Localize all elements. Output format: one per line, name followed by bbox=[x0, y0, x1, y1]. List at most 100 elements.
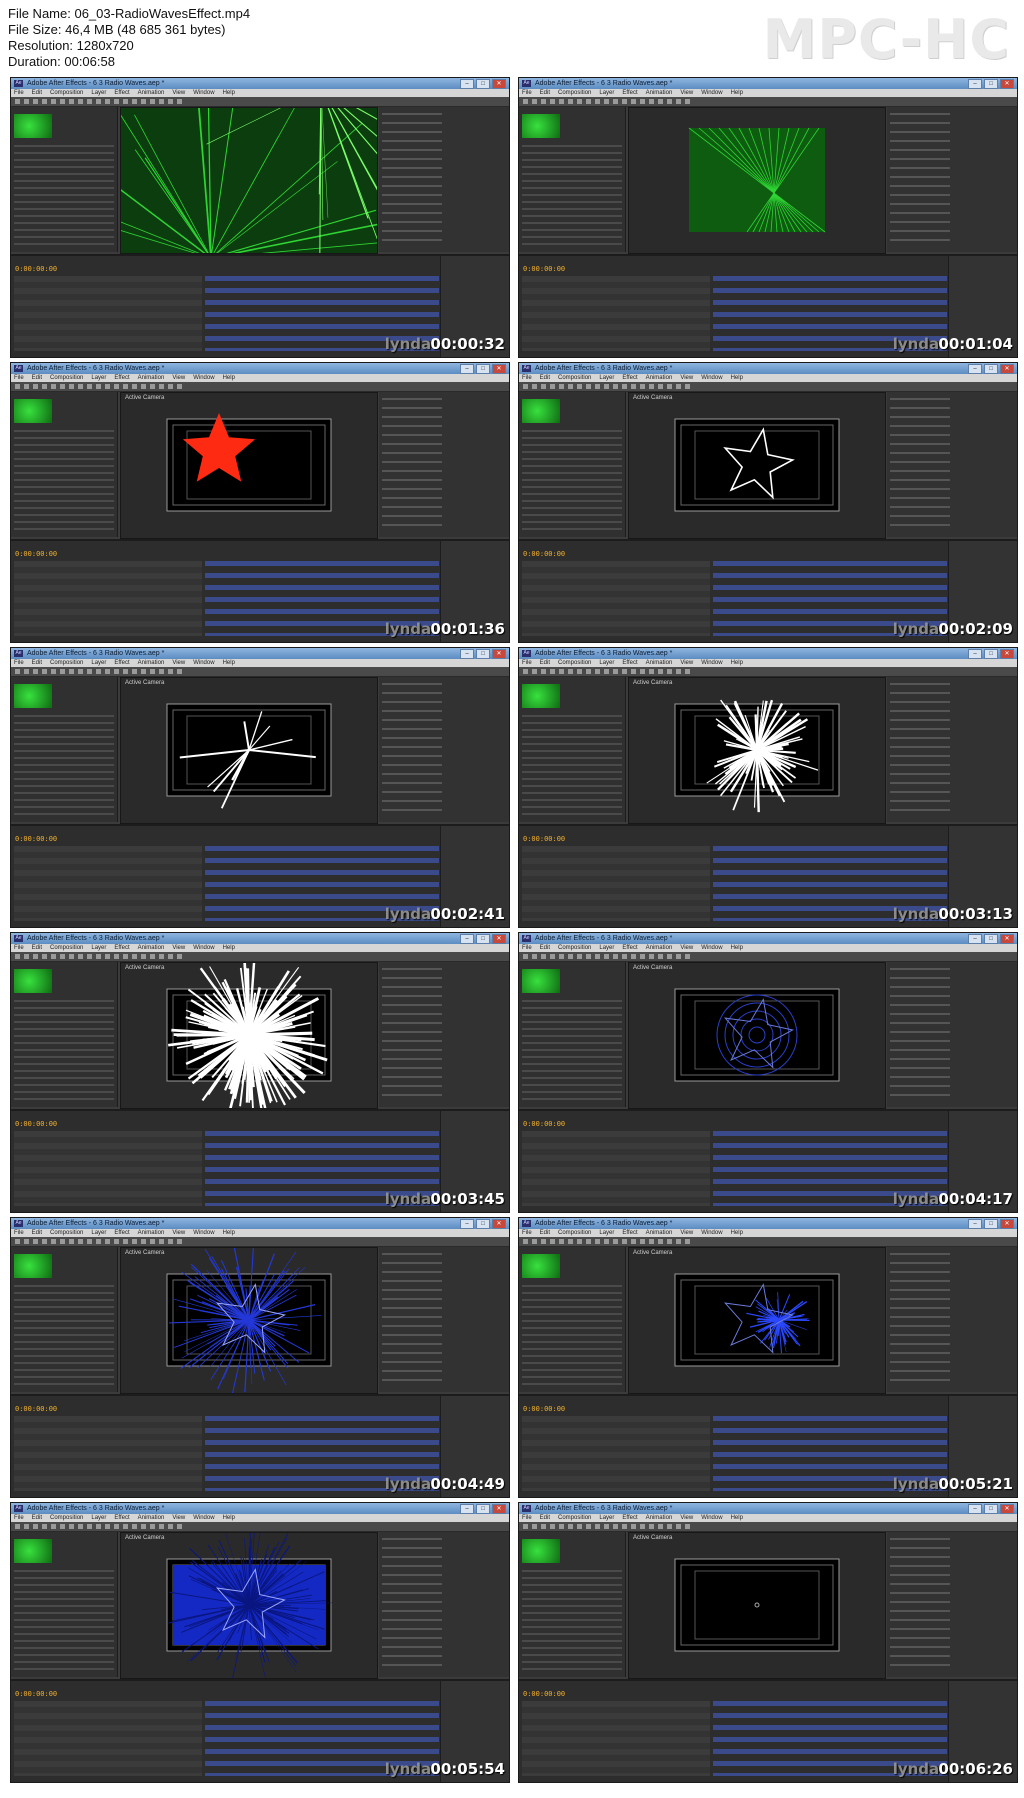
window-controls: – □ ✕ bbox=[968, 1504, 1014, 1514]
menu-bar: File Edit Composition Layer Effect Animation V… bbox=[11, 1514, 509, 1522]
window-title: Adobe After Effects - 6 3 Radio Waves.ae… bbox=[27, 1505, 165, 1512]
window-controls: – □ ✕ bbox=[460, 649, 506, 659]
menu-bar: File Edit Composition Layer Effect Animation V… bbox=[11, 374, 509, 382]
comp-render bbox=[674, 1273, 840, 1367]
lynda-watermark: lynda bbox=[384, 905, 432, 923]
timeline-layer-list bbox=[522, 846, 710, 921]
close-button: ✕ bbox=[1000, 934, 1014, 944]
timeline-timecode: 0:00:00:00 bbox=[15, 1690, 58, 1698]
window-title: Adobe After Effects - 6 3 Radio Waves.ae… bbox=[27, 365, 165, 372]
menu-item: Edit bbox=[539, 1230, 551, 1236]
project-panel bbox=[519, 107, 626, 252]
menu-bar: File Edit Composition Layer Effect Animation V… bbox=[11, 659, 509, 667]
maximize-button: □ bbox=[984, 79, 998, 89]
window-titlebar: Ae Adobe After Effects - 6 3 Radio Waves… bbox=[11, 363, 509, 374]
lynda-watermark: lynda bbox=[384, 1190, 432, 1208]
maximize-button: □ bbox=[476, 79, 490, 89]
menu-item: View bbox=[172, 1515, 186, 1521]
timeline-layer-list bbox=[522, 1701, 710, 1776]
comp-render bbox=[674, 699, 840, 813]
menu-item: Help bbox=[730, 1230, 743, 1236]
maximize-button: □ bbox=[984, 934, 998, 944]
menu-item: Animation bbox=[137, 375, 165, 381]
menu-item: Composition bbox=[50, 1515, 84, 1521]
ray-line bbox=[754, 714, 759, 751]
project-panel bbox=[11, 107, 118, 252]
menu-item: View bbox=[172, 90, 186, 96]
menu-item: Layer bbox=[599, 945, 615, 951]
timeline-timecode: 0:00:00:00 bbox=[523, 265, 566, 273]
timeline-layer-list bbox=[14, 561, 202, 636]
lynda-watermark: lynda bbox=[892, 335, 940, 353]
window-title: Adobe After Effects - 6 3 Radio Waves.ae… bbox=[27, 80, 165, 87]
timeline-timecode: 0:00:00:00 bbox=[523, 1690, 566, 1698]
menu-item: File bbox=[522, 945, 532, 951]
comp-render bbox=[166, 703, 332, 809]
minimize-button: – bbox=[968, 649, 982, 659]
info-preview-panel bbox=[887, 107, 1017, 252]
window-controls: – □ ✕ bbox=[968, 934, 1014, 944]
info-preview-panel bbox=[379, 962, 509, 1107]
thumbnail-timestamp: lynda 00:04:17 bbox=[892, 1190, 1013, 1208]
video-thumbnail: Ae Adobe After Effects - 6 3 Radio Waves… bbox=[10, 1217, 510, 1498]
minimize-button: – bbox=[968, 364, 982, 374]
window-titlebar: Ae Adobe After Effects - 6 3 Radio Waves… bbox=[519, 78, 1017, 89]
menu-item: File bbox=[14, 660, 24, 666]
lynda-watermark: lynda bbox=[892, 1190, 940, 1208]
maximize-button: □ bbox=[476, 934, 490, 944]
close-button: ✕ bbox=[492, 1504, 506, 1514]
menu-item: Layer bbox=[91, 945, 107, 951]
menu-item: Composition bbox=[558, 945, 592, 951]
minimize-button: – bbox=[968, 1219, 982, 1229]
window-controls: – □ ✕ bbox=[968, 649, 1014, 659]
menu-item: Animation bbox=[645, 945, 673, 951]
menu-item: Window bbox=[193, 90, 215, 96]
window-title: Adobe After Effects - 6 3 Radio Waves.ae… bbox=[27, 650, 165, 657]
tools-panel bbox=[519, 1237, 1017, 1247]
timeline-timecode: 0:00:00:00 bbox=[15, 1120, 58, 1128]
project-item-list bbox=[14, 1000, 114, 1100]
window-titlebar: Ae Adobe After Effects - 6 3 Radio Waves… bbox=[519, 363, 1017, 374]
thumbnail-timestamp: lynda 00:02:09 bbox=[892, 620, 1013, 638]
tools-panel bbox=[519, 952, 1017, 962]
menu-item: Layer bbox=[91, 375, 107, 381]
menu-item: Effect bbox=[114, 375, 130, 381]
comp-render bbox=[166, 1533, 332, 1678]
timeline-layer-list bbox=[522, 1416, 710, 1491]
close-button: ✕ bbox=[1000, 1504, 1014, 1514]
project-item-list bbox=[14, 430, 114, 530]
minimize-button: – bbox=[460, 649, 474, 659]
menu-item: Effect bbox=[114, 945, 130, 951]
project-panel bbox=[11, 392, 118, 537]
project-panel bbox=[519, 1247, 626, 1392]
menu-item: File bbox=[522, 90, 532, 96]
window-titlebar: Ae Adobe After Effects - 6 3 Radio Waves… bbox=[11, 78, 509, 89]
menu-item: Composition bbox=[50, 375, 84, 381]
project-item-list bbox=[14, 1285, 114, 1385]
comp-render bbox=[674, 418, 840, 512]
lynda-watermark: lynda bbox=[384, 620, 432, 638]
menu-item: Layer bbox=[599, 90, 615, 96]
menu-item: Window bbox=[701, 660, 723, 666]
project-panel bbox=[519, 962, 626, 1107]
menu-item: Animation bbox=[645, 90, 673, 96]
thumbnail-timestamp: lynda 00:01:04 bbox=[892, 335, 1013, 353]
mpc-hc-logo: MPC-HC bbox=[762, 8, 1010, 71]
window-title: Adobe After Effects - 6 3 Radio Waves.ae… bbox=[535, 650, 673, 657]
info-preview-panel bbox=[379, 392, 509, 537]
composition-viewer: Active Camera bbox=[120, 962, 378, 1109]
comp-render bbox=[166, 413, 332, 512]
lynda-watermark: lynda bbox=[892, 1760, 940, 1778]
menu-item: View bbox=[172, 660, 186, 666]
menu-item: Effect bbox=[114, 1230, 130, 1236]
timeline-timecode: 0:00:00:00 bbox=[15, 1405, 58, 1413]
after-effects-icon: Ae bbox=[14, 1220, 23, 1227]
project-preview bbox=[14, 399, 52, 423]
menu-item: Window bbox=[701, 90, 723, 96]
menu-item: Window bbox=[193, 1230, 215, 1236]
menu-item: Layer bbox=[599, 375, 615, 381]
window-titlebar: Ae Adobe After Effects - 6 3 Radio Waves… bbox=[519, 648, 1017, 659]
menu-item: Effect bbox=[114, 90, 130, 96]
video-thumbnail: Ae Adobe After Effects - 6 3 Radio Waves… bbox=[518, 362, 1018, 643]
timeline-layer-list bbox=[14, 1131, 202, 1206]
